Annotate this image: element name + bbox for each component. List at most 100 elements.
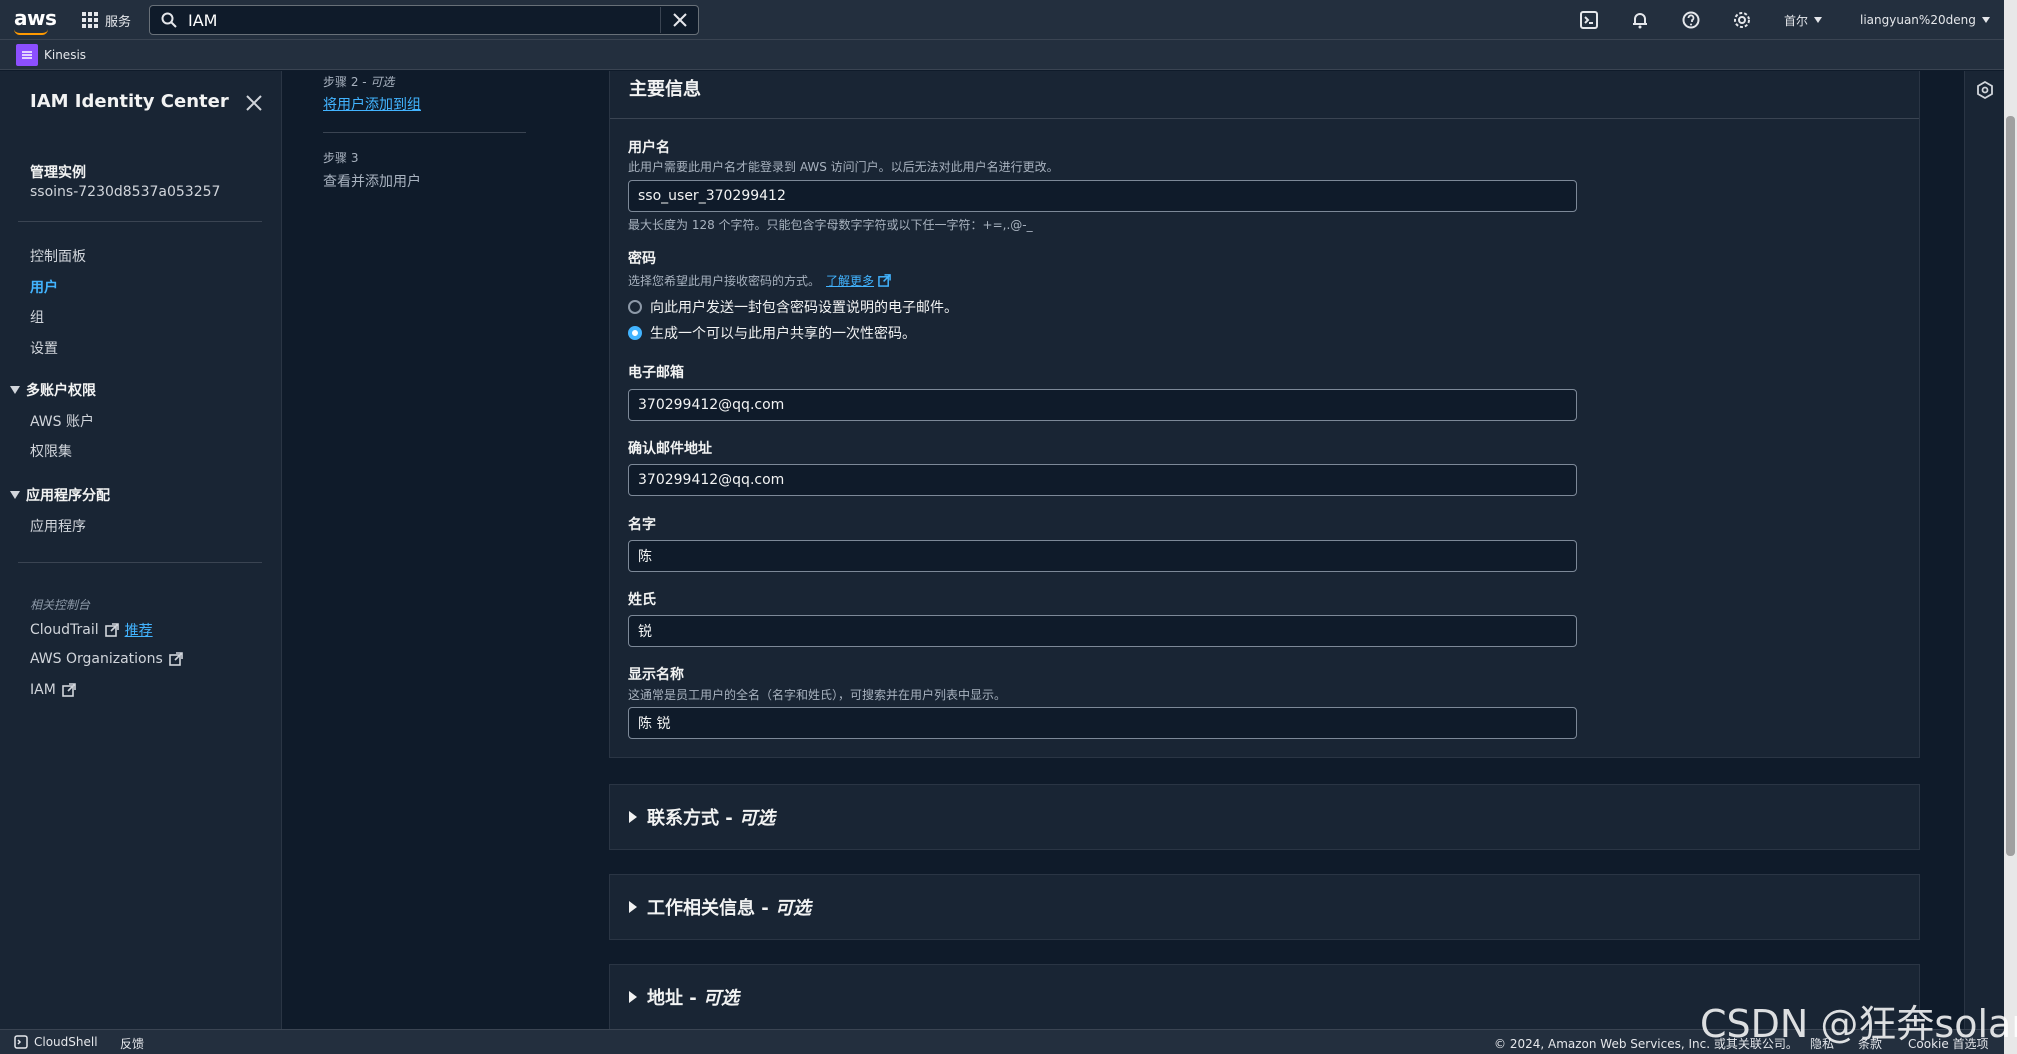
radio-button-selected[interactable] (628, 326, 642, 340)
caret-right-icon (629, 991, 637, 1003)
divider (18, 562, 262, 563)
last-name-label: 姓氏 (628, 592, 656, 608)
aws-logo-smile (14, 29, 48, 35)
email-label: 电子邮箱 (628, 365, 684, 381)
step3-label: 步骤 3 (323, 151, 359, 165)
watermark: CSDN @狂奔solar (1700, 1002, 2017, 1046)
radio-send-email[interactable]: 向此用户发送一封包含密码设置说明的电子邮件。 (628, 297, 958, 317)
password-description: 选择您希望此用户接收密码的方式。 了解更多 (628, 272, 891, 289)
search-input[interactable] (188, 7, 660, 33)
learn-more-link[interactable]: 了解更多 (826, 272, 891, 289)
first-name-label: 名字 (628, 517, 656, 533)
confirm-email-label: 确认邮件地址 (628, 441, 712, 457)
caret-right-icon (629, 811, 637, 823)
related-consoles-label: 相关控制台 (30, 598, 91, 612)
radio-label: 生成一个可以与此用户共享的一次性密码。 (650, 326, 916, 342)
instance-id: ssoins-7230d8537a053257 (30, 184, 221, 200)
display-name-label: 显示名称 (628, 667, 684, 683)
organizations-link[interactable]: AWS Organizations (30, 651, 183, 667)
card-header: 主要信息 (610, 71, 1919, 119)
step2-prefix: 步骤 2 - (323, 75, 371, 89)
recommended-link[interactable]: 推荐 (125, 620, 153, 640)
email-input[interactable] (628, 389, 1577, 421)
cloudshell-icon (14, 1035, 28, 1049)
kinesis-label: Kinesis (44, 48, 87, 62)
services-label: 服务 (105, 14, 132, 30)
expander-contact-info[interactable]: 联系方式 - 可选 (609, 784, 1920, 850)
last-name-input[interactable] (628, 615, 1577, 647)
organizations-label: AWS Organizations (30, 651, 163, 667)
username-input[interactable] (628, 180, 1577, 212)
section-label: 多账户权限 (26, 383, 96, 399)
external-link-icon (168, 652, 183, 666)
top-navigation: aws 服务 首尔 liangyuan%20deng (0, 0, 2004, 40)
account-label: liangyuan%20deng (1860, 13, 1976, 27)
aws-logo[interactable]: aws (14, 6, 57, 30)
info-panel-icon[interactable] (1976, 81, 1994, 99)
step3-title: 查看并添加用户 (323, 174, 421, 190)
caret-down-icon (10, 491, 20, 499)
chevron-down-icon (1814, 17, 1823, 23)
region-selector[interactable]: 首尔 (1784, 0, 1823, 40)
confirm-email-input[interactable] (628, 464, 1577, 496)
cloudshell-button[interactable]: CloudShell (14, 1035, 98, 1049)
nav-icons (1574, 0, 1757, 40)
section-application-assignments[interactable]: 应用程序分配 (10, 485, 110, 505)
external-link-icon (61, 683, 76, 697)
close-icon[interactable] (244, 93, 264, 113)
sidebar-item-dashboard[interactable]: 控制面板 (30, 246, 86, 266)
display-name-description: 这通常是员工用户的全名（名字和姓氏），可搜索并在用户列表中显示。 (628, 688, 1007, 702)
divider (323, 132, 526, 133)
scrollbar-thumb[interactable] (2006, 116, 2015, 856)
region-label: 首尔 (1784, 13, 1809, 28)
password-label: 密码 (628, 251, 656, 267)
password-desc-text: 选择您希望此用户接收密码的方式。 (628, 274, 821, 288)
sidebar-item-permission-sets[interactable]: 权限集 (30, 441, 72, 461)
feedback-link[interactable]: 反馈 (120, 1035, 144, 1052)
cloudshell-label: CloudShell (34, 1035, 98, 1049)
sidebar-item-users[interactable]: 用户 (30, 277, 58, 297)
gear-icon[interactable] (1727, 5, 1757, 35)
iam-label: IAM (30, 682, 56, 698)
services-menu-button[interactable]: 服务 (82, 9, 131, 31)
expander-job-info[interactable]: 工作相关信息 - 可选 (609, 874, 1920, 940)
cloudtrail-link[interactable]: CloudTrail (30, 622, 99, 638)
chevron-down-icon (1981, 17, 1990, 23)
display-name-input[interactable] (628, 707, 1577, 739)
section-multi-account-permissions[interactable]: 多账户权限 (10, 380, 96, 400)
cloudshell-icon[interactable] (1574, 5, 1604, 35)
favorite-kinesis[interactable]: Kinesis (16, 44, 86, 66)
sidebar-item-groups[interactable]: 组 (30, 307, 44, 327)
cloudtrail-link-row: CloudTrail 推荐 (30, 620, 153, 640)
radio-one-time-password[interactable]: 生成一个可以与此用户共享的一次性密码。 (628, 323, 916, 343)
sidebar-item-applications[interactable]: 应用程序 (30, 516, 86, 536)
sidebar: IAM Identity Center 管理实例 ssoins-7230d853… (0, 71, 282, 1029)
instance-label: 管理实例 (30, 165, 86, 181)
step2-link[interactable]: 将用户添加到组 (323, 94, 421, 114)
radio-button[interactable] (628, 300, 642, 314)
search-box (149, 5, 699, 35)
section-label: 应用程序分配 (26, 488, 110, 504)
help-icon[interactable] (1676, 5, 1706, 35)
divider (18, 221, 262, 222)
sidebar-item-aws-accounts[interactable]: AWS 账户 (30, 411, 94, 431)
expander-title: 联系方式 - 可选 (647, 808, 776, 829)
learn-more-label: 了解更多 (826, 274, 875, 288)
external-link-icon (878, 274, 891, 287)
kinesis-icon (16, 44, 38, 66)
bell-icon[interactable] (1625, 5, 1655, 35)
expander-title: 工作相关信息 - 可选 (647, 898, 812, 919)
external-link-icon (104, 623, 119, 637)
clear-search-icon[interactable] (660, 7, 698, 33)
caret-right-icon (629, 901, 637, 913)
radio-label: 向此用户发送一封包含密码设置说明的电子邮件。 (650, 300, 958, 316)
favorites-bar: Kinesis (0, 40, 2004, 70)
sidebar-item-settings[interactable]: 设置 (30, 338, 58, 358)
sidebar-title[interactable]: IAM Identity Center (30, 91, 229, 112)
step2-label: 步骤 2 - 可选 (323, 73, 394, 90)
account-menu[interactable]: liangyuan%20deng (1860, 0, 1990, 40)
iam-link[interactable]: IAM (30, 682, 76, 698)
tools-rail (1964, 71, 2004, 1029)
expander-title: 地址 - 可选 (647, 988, 740, 1009)
first-name-input[interactable] (628, 540, 1577, 572)
